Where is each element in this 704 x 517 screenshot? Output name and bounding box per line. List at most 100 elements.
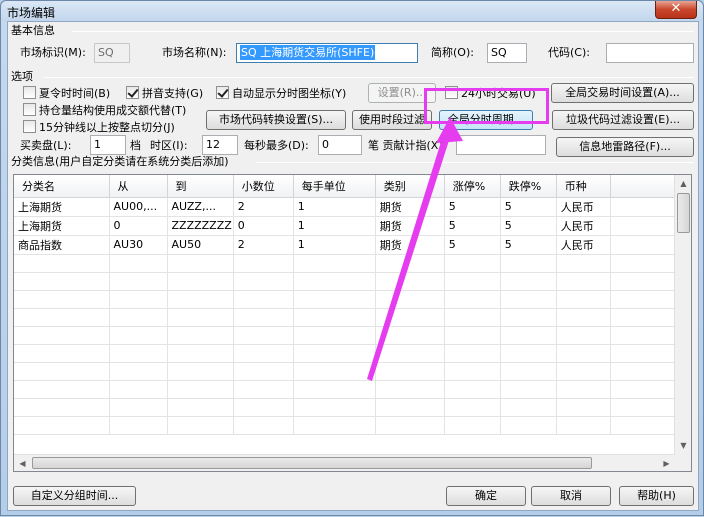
table-cell[interactable] [500, 308, 557, 327]
table-cell[interactable] [293, 380, 376, 399]
table-cell[interactable] [293, 398, 376, 417]
table-cell[interactable]: 5 [444, 235, 501, 255]
table-cell[interactable] [109, 326, 168, 345]
table-cell[interactable]: 2 [233, 197, 294, 217]
table-cell[interactable]: AUZZ,... [167, 197, 234, 217]
short-name-field[interactable]: SQ [487, 43, 527, 63]
table-cell[interactable] [293, 308, 376, 327]
table-cell[interactable] [14, 380, 110, 399]
table-cell[interactable] [167, 344, 234, 363]
table-cell[interactable]: 人民币 [556, 216, 611, 236]
table-cell[interactable]: AU50 [167, 235, 234, 255]
table-cell[interactable] [233, 326, 294, 345]
table-cell[interactable] [233, 254, 294, 273]
table-cell[interactable] [14, 344, 110, 363]
table-cell[interactable] [375, 254, 445, 273]
table-cell[interactable] [109, 272, 168, 291]
table-cell[interactable] [233, 416, 294, 435]
table-cell[interactable] [293, 344, 376, 363]
table-cell[interactable] [500, 362, 557, 381]
table-cell[interactable] [500, 272, 557, 291]
table-cell[interactable] [167, 272, 234, 291]
table-cell[interactable] [500, 326, 557, 345]
table-cell[interactable] [444, 398, 501, 417]
global-minute-period-button[interactable]: 全局分时周期... [439, 110, 533, 130]
table-cell[interactable] [233, 380, 294, 399]
table-cell[interactable] [444, 326, 501, 345]
table-cell[interactable]: 5 [444, 216, 501, 236]
column-header[interactable]: 从 [109, 175, 168, 198]
table-cell[interactable] [233, 308, 294, 327]
table-cell[interactable] [14, 398, 110, 417]
table-cell[interactable] [375, 272, 445, 291]
market-id-field[interactable]: SQ [94, 43, 130, 63]
scroll-up-icon[interactable]: ▲ [675, 175, 691, 192]
column-header[interactable]: 涨停% [444, 175, 501, 198]
table-cell[interactable]: 上海期货 [14, 216, 110, 236]
table-cell[interactable] [500, 416, 557, 435]
market-name-field[interactable]: SQ 上海期货交易所(SHFE) [236, 43, 418, 63]
scroll-right-icon[interactable]: ▶ [658, 455, 675, 471]
table-cell[interactable]: 5 [500, 197, 557, 217]
table-cell[interactable]: 2 [233, 235, 294, 255]
table-cell[interactable] [167, 254, 234, 273]
table-cell[interactable] [167, 362, 234, 381]
table-cell[interactable] [500, 254, 557, 273]
table-cell[interactable] [293, 254, 376, 273]
table-cell[interactable] [233, 290, 294, 309]
table-cell[interactable] [167, 290, 234, 309]
table-cell[interactable]: 期货 [375, 216, 445, 236]
table-cell[interactable]: AU30 [109, 235, 168, 255]
table-cell[interactable] [556, 380, 611, 399]
table-cell[interactable] [444, 362, 501, 381]
table-cell[interactable] [14, 272, 110, 291]
pinyin-box[interactable] [126, 86, 139, 99]
24h-trading-checkbox[interactable]: 24小时交易(U) [445, 86, 536, 101]
use-period-filter-button[interactable]: 使用时段过滤 [352, 110, 432, 130]
column-header[interactable]: 小数位 [233, 175, 294, 198]
table-cell[interactable] [444, 416, 501, 435]
table-cell[interactable] [500, 344, 557, 363]
table-cell[interactable] [14, 326, 110, 345]
table-cell[interactable]: 期货 [375, 197, 445, 217]
table-cell[interactable] [556, 308, 611, 327]
contribution-field[interactable] [456, 135, 546, 155]
table-cell[interactable]: 5 [444, 197, 501, 217]
table-cell[interactable] [109, 290, 168, 309]
table-cell[interactable] [556, 362, 611, 381]
junk-code-filter-button[interactable]: 垃圾代码过滤设置(E)... [552, 110, 694, 130]
table-cell[interactable] [375, 362, 445, 381]
column-header[interactable]: 类别 [375, 175, 445, 198]
table-cell[interactable] [293, 290, 376, 309]
vertical-scrollbar[interactable]: ▲ ▼ [674, 175, 691, 471]
horizontal-scroll-thumb[interactable] [32, 457, 592, 469]
table-cell[interactable] [233, 272, 294, 291]
market-code-convert-button[interactable]: 市场代码转换设置(S)... [206, 110, 346, 130]
table-cell[interactable] [444, 254, 501, 273]
table-row[interactable] [14, 326, 686, 345]
scroll-left-icon[interactable]: ◀ [14, 455, 31, 471]
auto-minute-axis-box[interactable] [216, 86, 229, 99]
max-per-second-field[interactable]: 0 [318, 135, 362, 155]
cancel-button[interactable]: 取消 [531, 486, 611, 506]
table-cell[interactable] [375, 416, 445, 435]
summer-time-box[interactable] [23, 86, 36, 99]
table-cell[interactable] [167, 416, 234, 435]
table-cell[interactable] [556, 326, 611, 345]
table-row[interactable]: 上海期货 AU00,... AUZZ,... 2 1 期货 5 5 人民币 [14, 197, 686, 217]
column-header[interactable]: 分类名 [14, 175, 110, 198]
table-cell[interactable] [375, 380, 445, 399]
code-field[interactable] [606, 43, 694, 63]
table-cell[interactable]: 5 [500, 216, 557, 236]
scroll-down-icon[interactable]: ▼ [675, 437, 691, 454]
vertical-scroll-thumb[interactable] [677, 193, 690, 233]
open-interest-box[interactable] [23, 103, 36, 116]
table-cell[interactable] [375, 290, 445, 309]
table-cell[interactable] [556, 290, 611, 309]
table-cell[interactable] [109, 416, 168, 435]
table-row[interactable] [14, 290, 686, 309]
buy-sell-field[interactable]: 1 [90, 135, 126, 155]
table-cell[interactable] [167, 308, 234, 327]
table-cell[interactable] [500, 290, 557, 309]
table-cell[interactable] [556, 398, 611, 417]
